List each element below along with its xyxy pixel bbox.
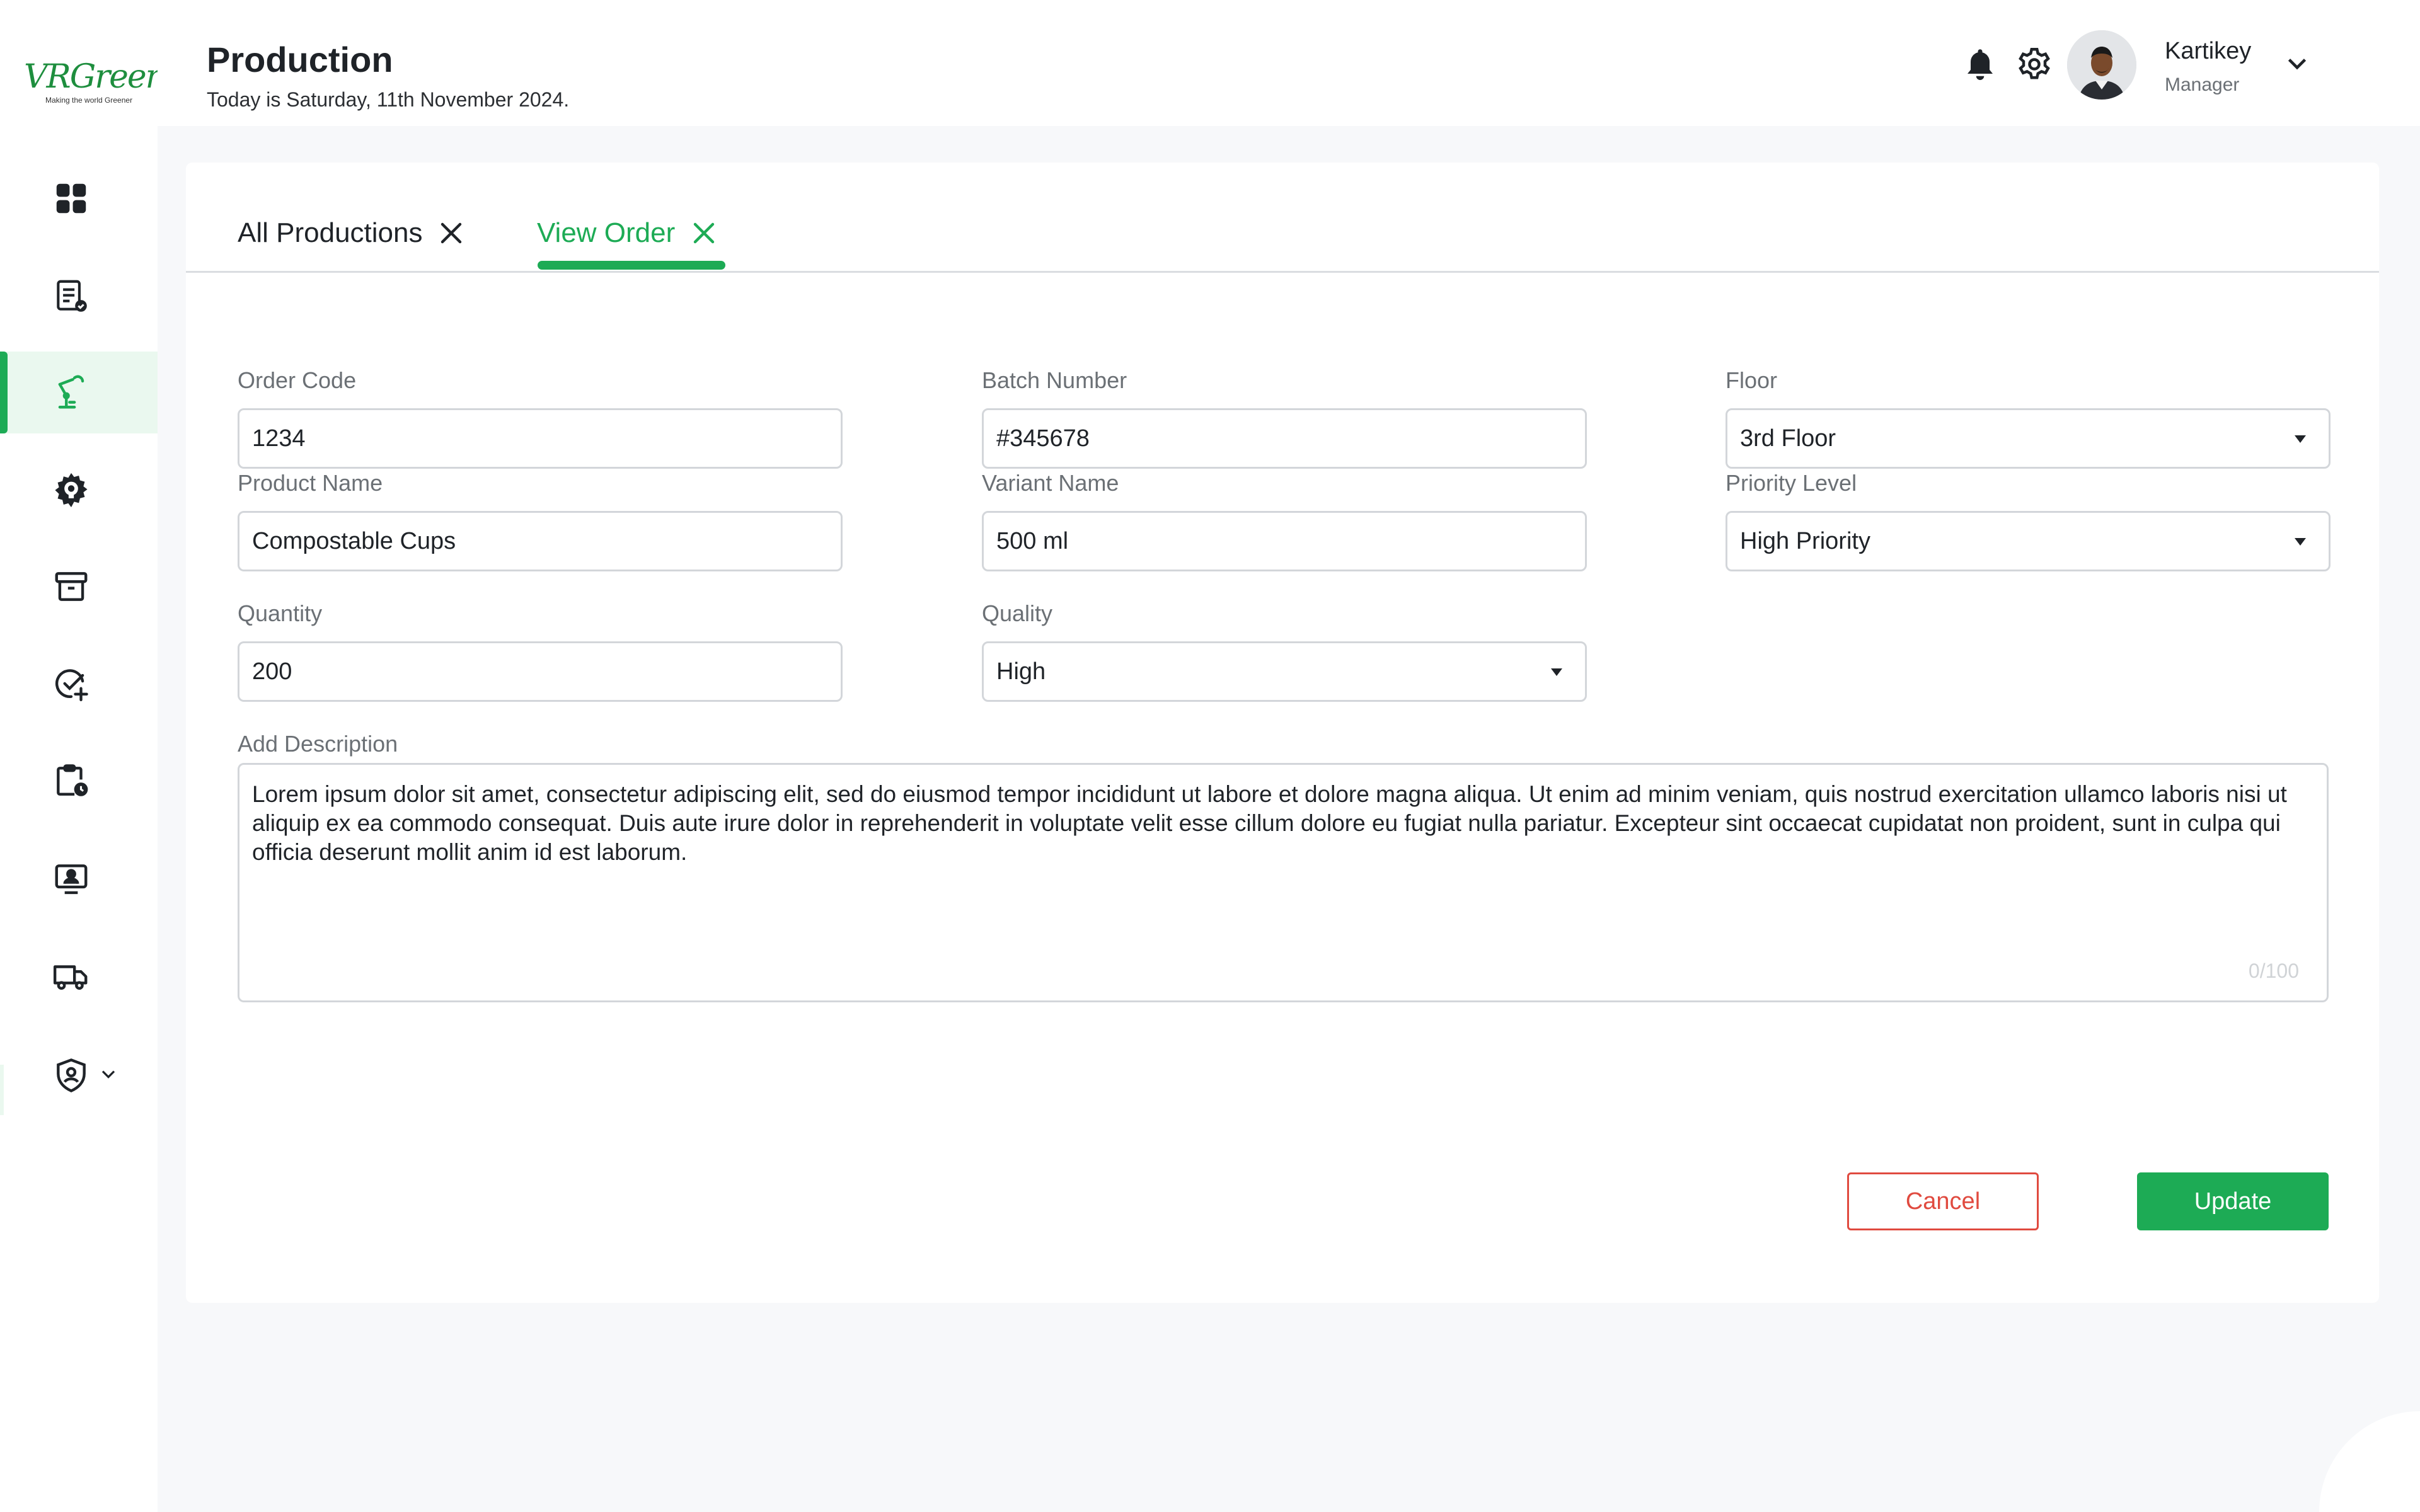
bell-icon[interactable] — [1961, 45, 1999, 83]
employee-icon — [55, 864, 88, 895]
close-icon[interactable] — [436, 218, 466, 248]
close-icon[interactable] — [689, 218, 719, 248]
page-title: Production — [207, 40, 393, 79]
logo-tagline: Making the world Greener — [45, 96, 133, 105]
order-card: All Productions View Order Order Code 12… — [186, 163, 2379, 1303]
user-role: Manager — [2165, 74, 2240, 95]
quality-check-icon — [55, 669, 88, 702]
order-code-input[interactable]: 1234 — [238, 408, 843, 469]
chevron-down-icon[interactable] — [2281, 48, 2313, 79]
orders-icon — [57, 280, 87, 312]
sidebar-item-settings[interactable] — [0, 449, 158, 531]
archive-icon — [55, 572, 88, 601]
batch-number-label: Batch Number — [982, 367, 1127, 393]
page-date: Today is Saturday, 11th November 2024. — [207, 88, 570, 111]
product-name-label: Product Name — [238, 470, 383, 496]
cancel-button[interactable]: Cancel — [1847, 1172, 2039, 1230]
description-text: Lorem ipsum dolor sit amet, consectetur … — [252, 781, 2287, 865]
variant-name-input[interactable]: 500 ml — [982, 511, 1587, 571]
avatar[interactable] — [2067, 30, 2136, 100]
chevron-down-icon — [97, 1063, 120, 1089]
priority-level-select[interactable]: High Priority — [1726, 511, 2331, 571]
sidebar-item-production[interactable] — [0, 352, 158, 433]
sidebar-item-orders[interactable] — [0, 255, 158, 337]
gear-icon[interactable] — [2015, 45, 2053, 83]
brand-logo: VRGreen Making the world Greener — [24, 58, 166, 108]
top-header: Production Today is Saturday, 11th Novem… — [158, 0, 2420, 126]
floor-label: Floor — [1726, 367, 1778, 393]
character-counter: 0/100 — [2248, 959, 2299, 982]
sidebar-item-delivery[interactable] — [0, 936, 158, 1017]
tab-label: View Order — [537, 217, 676, 248]
sidebar-item-archive[interactable] — [0, 546, 158, 627]
variant-name-label: Variant Name — [982, 470, 1119, 496]
sidebar-item-employees[interactable] — [0, 838, 158, 920]
tab-all-productions[interactable]: All Productions — [238, 208, 466, 258]
quantity-label: Quantity — [238, 600, 323, 626]
sidebar-item-dashboard[interactable] — [0, 158, 158, 239]
settings-bulb-icon — [55, 472, 88, 508]
floor-select[interactable]: 3rd Floor — [1726, 408, 2331, 469]
production-icon — [58, 375, 84, 409]
tab-label: All Productions — [238, 217, 423, 248]
product-name-input[interactable]: Compostable Cups — [238, 511, 843, 571]
update-button[interactable]: Update — [2137, 1172, 2329, 1230]
order-code-label: Order Code — [238, 367, 357, 393]
clipboard-clock-icon — [57, 764, 88, 796]
user-photo — [2067, 30, 2136, 100]
quality-select[interactable]: High — [982, 641, 1587, 702]
sidebar-item-security[interactable] — [0, 1034, 158, 1116]
quality-label: Quality — [982, 600, 1053, 626]
tab-view-order[interactable]: View Order — [537, 208, 719, 258]
sidebar-item-schedule[interactable] — [0, 740, 158, 822]
active-tab-indicator — [538, 261, 725, 270]
quantity-input[interactable]: 200 — [238, 641, 843, 702]
description-label: Add Description — [238, 731, 398, 757]
corner-decoration — [2319, 1411, 2420, 1512]
dashboard-icon — [56, 183, 86, 214]
priority-level-label: Priority Level — [1726, 470, 1857, 496]
logo-text: VRGreen — [24, 58, 166, 96]
description-textarea[interactable]: Lorem ipsum dolor sit amet, consectetur … — [238, 763, 2329, 1002]
tab-bar: All Productions View Order — [186, 163, 2379, 273]
truck-icon — [53, 965, 88, 990]
batch-number-input[interactable]: #345678 — [982, 408, 1587, 469]
shield-user-icon — [57, 1058, 86, 1092]
user-name[interactable]: Kartikey — [2165, 38, 2251, 65]
sidebar-item-quality-check[interactable] — [0, 643, 158, 724]
sidebar: VRGreen Making the world Greener — [0, 0, 166, 1512]
sidebar-accent — [0, 1065, 4, 1115]
